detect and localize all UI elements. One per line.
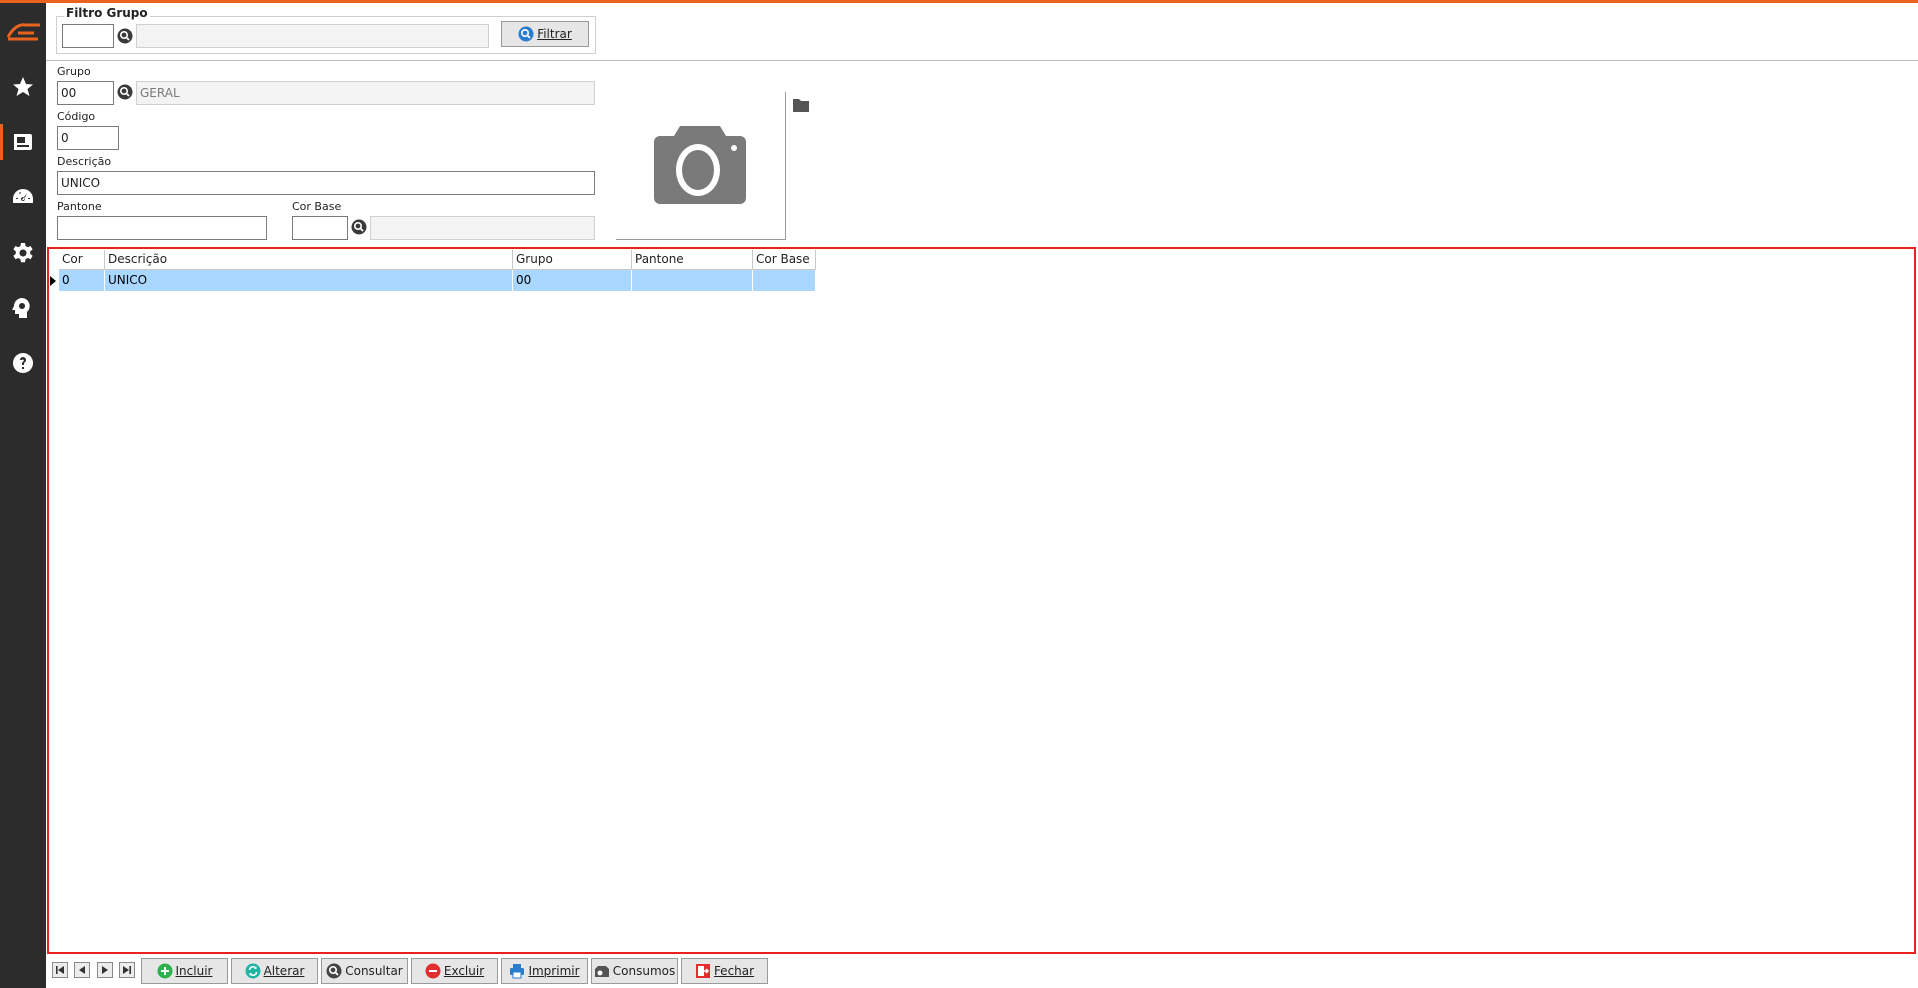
alterar-label: Alterar bbox=[263, 964, 305, 978]
camera-icon bbox=[654, 126, 746, 204]
first-icon bbox=[56, 966, 64, 974]
sidebar-item-ai[interactable] bbox=[0, 286, 46, 330]
cell-pantone bbox=[632, 270, 753, 291]
table-row[interactable]: 0 UNICO 00 bbox=[59, 270, 816, 291]
corbase-description-input[interactable] bbox=[370, 216, 595, 240]
imprimir-label: Imprimir bbox=[528, 964, 580, 978]
next-record-button[interactable] bbox=[97, 962, 113, 978]
register-icon bbox=[14, 134, 32, 150]
pantone-input[interactable] bbox=[57, 216, 267, 240]
cell-cor: 0 bbox=[59, 270, 105, 291]
last-icon bbox=[123, 966, 131, 974]
cell-descricao: UNICO bbox=[105, 270, 513, 291]
star-icon bbox=[13, 77, 33, 96]
grupo-code-input[interactable] bbox=[57, 81, 114, 105]
gear-icon bbox=[13, 243, 33, 263]
row-indicator-icon bbox=[50, 276, 56, 286]
printer-icon bbox=[510, 964, 525, 979]
excluir-button[interactable]: Excluir bbox=[411, 958, 498, 984]
grupo-lookup-icon[interactable] bbox=[117, 84, 133, 100]
incluir-button[interactable]: Incluir bbox=[141, 958, 228, 984]
remove-icon bbox=[425, 963, 441, 979]
help-icon bbox=[13, 353, 34, 373]
pantone-label: Pantone bbox=[57, 200, 102, 213]
sidebar-item-register[interactable] bbox=[0, 120, 46, 164]
top-accent-line bbox=[0, 0, 1918, 3]
corbase-lookup-icon[interactable] bbox=[351, 219, 367, 235]
fechar-label: Fechar bbox=[713, 964, 755, 978]
data-grid[interactable] bbox=[47, 247, 1916, 954]
filter-description-input[interactable] bbox=[136, 24, 489, 48]
consultar-label: Consultar bbox=[345, 964, 403, 978]
filter-group-legend: Filtro Grupo bbox=[64, 6, 150, 20]
grupo-label: Grupo bbox=[57, 65, 91, 78]
last-record-button[interactable] bbox=[119, 962, 135, 978]
filter-button-label: Filtrar bbox=[537, 27, 572, 41]
cell-cor-base bbox=[753, 270, 816, 291]
corbase-label: Cor Base bbox=[292, 200, 342, 213]
consumption-icon bbox=[594, 966, 609, 977]
descricao-input[interactable] bbox=[57, 171, 595, 195]
alterar-button[interactable]: Alterar bbox=[231, 958, 318, 984]
previous-icon bbox=[79, 966, 85, 974]
column-header-cor[interactable]: Cor bbox=[59, 250, 105, 270]
sidebar bbox=[0, 3, 46, 988]
refresh-icon bbox=[245, 963, 261, 979]
excluir-label: Excluir bbox=[443, 964, 485, 978]
sidebar-item-favorites[interactable] bbox=[0, 65, 46, 109]
search-icon bbox=[518, 26, 534, 42]
add-icon bbox=[157, 963, 173, 979]
search-icon bbox=[326, 963, 342, 979]
grupo-description-input[interactable] bbox=[136, 81, 595, 105]
consumos-label: Consumos bbox=[612, 964, 676, 978]
codigo-input[interactable] bbox=[57, 126, 119, 150]
filter-code-input[interactable] bbox=[62, 24, 114, 48]
filter-lookup-icon[interactable] bbox=[117, 28, 133, 44]
codigo-label: Código bbox=[57, 110, 96, 123]
folder-icon[interactable] bbox=[793, 98, 809, 112]
app-logo[interactable] bbox=[4, 17, 44, 45]
column-header-cor-base[interactable]: Cor Base bbox=[753, 250, 816, 270]
column-header-grupo[interactable]: Grupo bbox=[513, 250, 632, 270]
consumos-button[interactable]: Consumos bbox=[591, 958, 678, 984]
section-separator bbox=[46, 60, 1918, 61]
previous-record-button[interactable] bbox=[74, 962, 90, 978]
fechar-button[interactable]: Fechar bbox=[681, 958, 768, 984]
dashboard-icon bbox=[13, 189, 33, 203]
sidebar-item-help[interactable] bbox=[0, 341, 46, 385]
filter-button[interactable]: Filtrar bbox=[501, 21, 589, 47]
sidebar-item-dashboard[interactable] bbox=[0, 175, 46, 219]
next-icon bbox=[102, 966, 108, 974]
imprimir-button[interactable]: Imprimir bbox=[501, 958, 588, 984]
cell-grupo: 00 bbox=[513, 270, 632, 291]
corbase-code-input[interactable] bbox=[292, 216, 348, 240]
brain-gear-icon bbox=[12, 298, 30, 318]
photo-area[interactable] bbox=[616, 92, 786, 240]
incluir-label: Incluir bbox=[175, 964, 213, 978]
consultar-button[interactable]: Consultar bbox=[321, 958, 408, 984]
grid-header: Cor Descrição Grupo Pantone Cor Base bbox=[59, 250, 816, 270]
exit-icon bbox=[695, 964, 710, 978]
column-header-pantone[interactable]: Pantone bbox=[632, 250, 753, 270]
sidebar-item-settings[interactable] bbox=[0, 231, 46, 275]
first-record-button[interactable] bbox=[52, 962, 68, 978]
descricao-label: Descrição bbox=[57, 155, 112, 168]
column-header-descricao[interactable]: Descrição bbox=[105, 250, 513, 270]
